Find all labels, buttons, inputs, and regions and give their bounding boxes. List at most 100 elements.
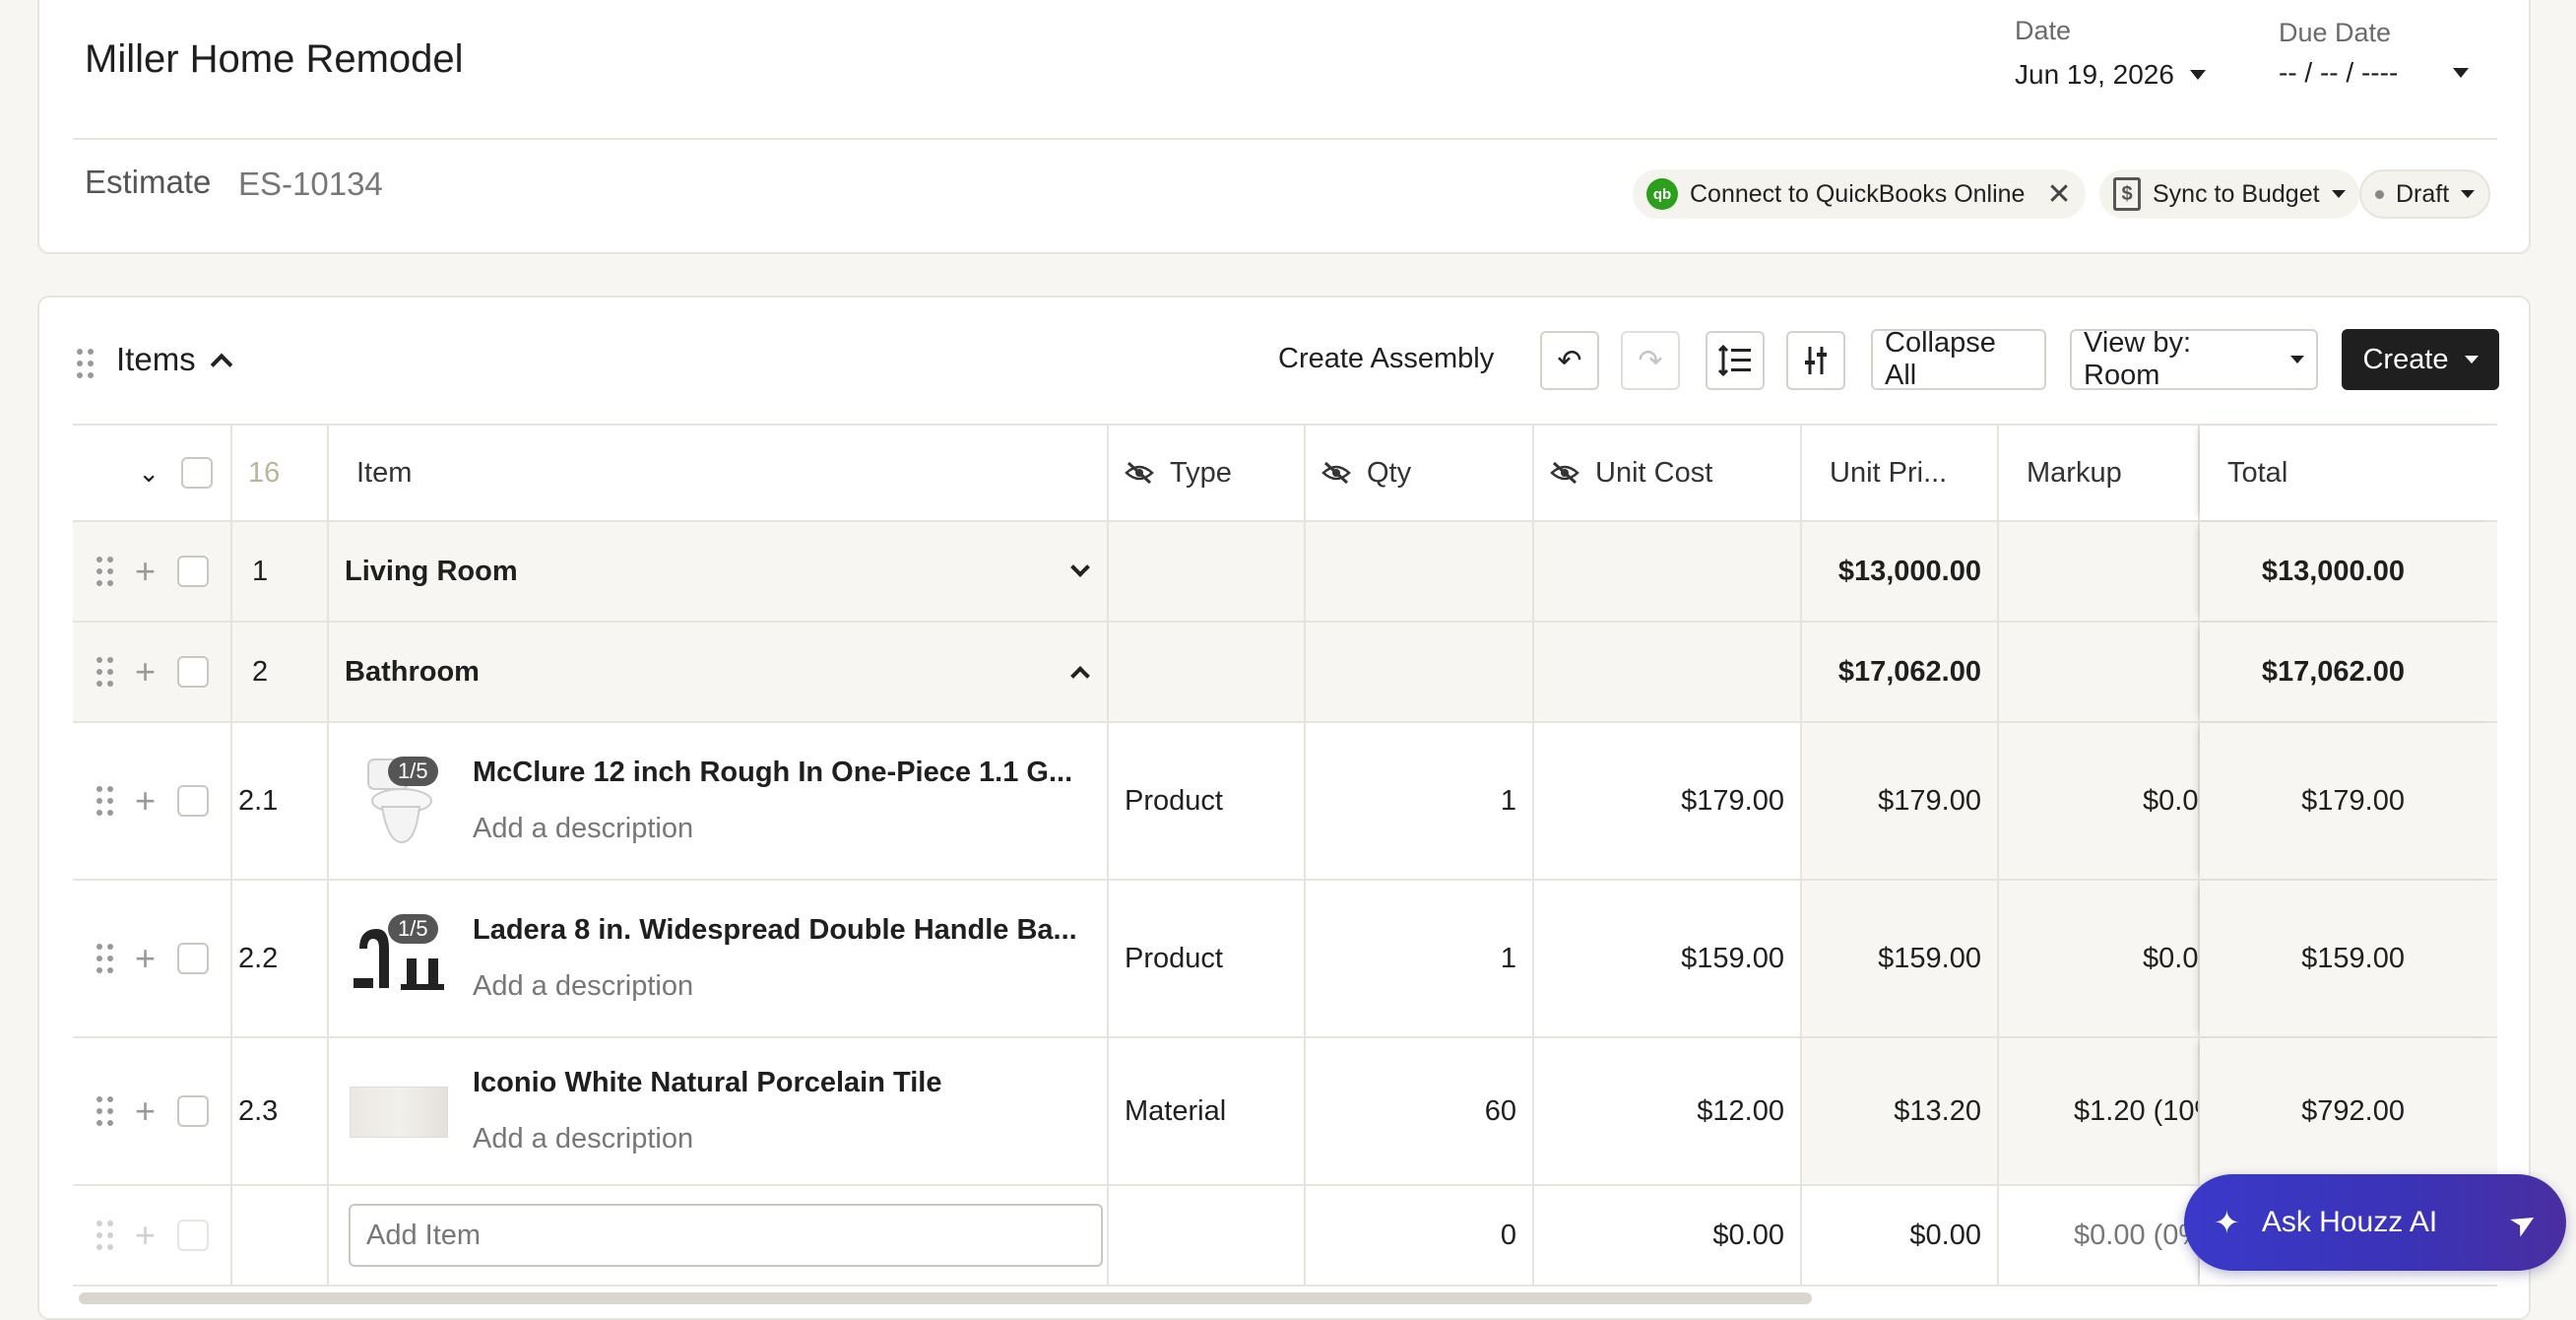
item-name[interactable]: Iconio White Natural Porcelain Tile	[473, 1067, 941, 1099]
due-date-select[interactable]: -- / -- / ----	[2279, 57, 2470, 89]
row-controls: +	[73, 522, 230, 621]
toilet-image[interactable]: 1/5	[349, 751, 449, 851]
eye-off-icon[interactable]	[1125, 461, 1154, 485]
group-row-bathroom[interactable]: + 2 Bathroom $17,062.00 $17,062.00	[73, 623, 2497, 723]
type-cell[interactable]: Material	[1109, 1038, 1306, 1184]
items-title[interactable]: Items	[116, 341, 233, 378]
markup-cell[interactable]: $0.00 (0%)	[1999, 1186, 2200, 1285]
unit-price-cell[interactable]: $159.00	[1802, 881, 1999, 1036]
item-description[interactable]: Add a description	[473, 970, 693, 1003]
table-row[interactable]: + 2.3 Iconio White Natural Porcelain Til…	[73, 1038, 2497, 1186]
caret-down-icon	[2290, 356, 2304, 363]
create-button[interactable]: Create	[2342, 329, 2499, 390]
unit-price-cell[interactable]: $179.00	[1802, 723, 1999, 879]
row-checkbox[interactable]	[177, 943, 210, 974]
table-row[interactable]: + 2.2 1/5 Ladera 8 in. Widespread Double…	[73, 881, 2497, 1038]
qty-cell[interactable]: 0	[1306, 1186, 1534, 1285]
eye-off-icon[interactable]	[1321, 461, 1351, 485]
drag-handle-icon[interactable]	[97, 944, 113, 973]
tile-image[interactable]	[349, 1062, 449, 1162]
row-checkbox[interactable]	[177, 556, 210, 587]
column-header-unit-price[interactable]: Unit Pri...	[1802, 426, 1999, 520]
unit-cost-cell[interactable]: $12.00	[1534, 1038, 1802, 1184]
drag-handle-icon[interactable]	[97, 557, 113, 586]
group-name: Living Room	[345, 555, 518, 587]
budget-icon: $	[2113, 177, 2141, 211]
drag-handle-icon[interactable]	[97, 1096, 113, 1126]
unit-cost-cell[interactable]: $0.00	[1534, 1186, 1802, 1285]
column-header-markup[interactable]: Markup	[1999, 426, 2200, 520]
drag-handle-icon[interactable]	[97, 786, 113, 816]
sparkle-icon: ✦	[2214, 1205, 2240, 1240]
chevron-up-icon[interactable]	[1070, 666, 1090, 686]
view-by-dropdown[interactable]: View by: Room	[2070, 327, 2318, 391]
plus-icon: +	[135, 1215, 157, 1255]
qty-cell[interactable]: 1	[1306, 723, 1534, 879]
line-spacing-button[interactable]	[1706, 331, 1765, 390]
item-description[interactable]: Add a description	[473, 813, 693, 845]
plus-icon[interactable]: +	[135, 551, 156, 592]
unit-price-cell[interactable]: $13.20	[1802, 1038, 1999, 1184]
expand-all-icon[interactable]: ⌄	[138, 458, 160, 489]
sync-to-budget-dropdown[interactable]: $ Sync to Budget	[2099, 169, 2359, 219]
plus-icon[interactable]: +	[135, 938, 156, 979]
type-cell[interactable]: Product	[1109, 723, 1306, 879]
close-icon[interactable]: ✕	[2046, 177, 2071, 212]
status-dropdown[interactable]: Draft	[2359, 169, 2491, 219]
column-header-type[interactable]: Type	[1109, 426, 1306, 520]
markup-cell[interactable]: $0.00	[1999, 723, 2200, 879]
undo-button[interactable]: ↶	[1540, 331, 1599, 390]
row-checkbox[interactable]	[177, 785, 210, 817]
collapse-all-button[interactable]: Collapse All	[1871, 327, 2046, 391]
drag-handle-icon[interactable]	[97, 657, 113, 687]
type-cell[interactable]: Product	[1109, 881, 1306, 1036]
select-all-checkbox[interactable]	[181, 457, 213, 489]
row-checkbox[interactable]	[177, 656, 210, 688]
eye-off-icon[interactable]	[1550, 461, 1579, 485]
horizontal-scrollbar[interactable]	[79, 1292, 1812, 1304]
column-header-qty-label: Qty	[1367, 456, 1412, 489]
row-number	[230, 1186, 329, 1285]
row-checkbox[interactable]	[177, 1095, 210, 1127]
qty-cell	[1306, 623, 1534, 721]
date-label: Date	[2015, 16, 2072, 45]
unit-cost-cell[interactable]: $179.00	[1534, 723, 1802, 879]
create-assembly-button[interactable]: Create Assembly	[1278, 343, 1494, 375]
item-cell[interactable]: 1/5 McClure 12 inch Rough In One-Piece 1…	[329, 723, 1109, 879]
faucet-image[interactable]: 1/5	[349, 908, 449, 1009]
ask-ai-button[interactable]: ✦ Ask Houzz AI ➤	[2184, 1174, 2566, 1271]
date-select[interactable]: Jun 19, 2026	[2015, 59, 2206, 91]
item-name[interactable]: Ladera 8 in. Widespread Double Handle Ba…	[473, 914, 1077, 947]
markup-cell[interactable]: $0.00	[1999, 881, 2200, 1036]
quickbooks-connect-pill[interactable]: qb Connect to QuickBooks Online ✕	[1633, 169, 2086, 219]
plus-icon[interactable]: +	[135, 780, 156, 822]
plus-icon[interactable]: +	[135, 651, 156, 693]
item-description[interactable]: Add a description	[473, 1123, 693, 1155]
column-header-qty[interactable]: Qty	[1306, 426, 1534, 520]
group-row-living-room[interactable]: + 1 Living Room $13,000.00 $13,000.00	[73, 522, 2497, 623]
item-name[interactable]: McClure 12 inch Rough In One-Piece 1.1 G…	[473, 757, 1072, 789]
markup-cell	[1999, 522, 2200, 621]
redo-button[interactable]: ↷	[1621, 331, 1680, 390]
add-item-input[interactable]: Add Item	[349, 1204, 1103, 1267]
column-header-total[interactable]: Total	[2200, 426, 2497, 520]
qty-cell[interactable]: 60	[1306, 1038, 1534, 1184]
column-header-item[interactable]: Item	[329, 426, 1109, 520]
column-settings-button[interactable]	[1786, 331, 1845, 390]
quickbooks-icon: qb	[1646, 178, 1678, 210]
column-header-unit-cost[interactable]: Unit Cost	[1534, 426, 1802, 520]
estimate-header: Miller Home Remodel Date Jun 19, 2026 Du…	[37, 0, 2531, 254]
item-cell[interactable]: Iconio White Natural Porcelain Tile Add …	[329, 1038, 1109, 1184]
row-number: 1	[230, 522, 329, 621]
chevron-down-icon[interactable]	[1070, 558, 1090, 577]
qty-cell[interactable]: 1	[1306, 881, 1534, 1036]
table-row[interactable]: + 2.1 1/5 McClure 12 inch Rough In One-P…	[73, 723, 2497, 881]
markup-cell[interactable]: $1.20 (10%)	[1999, 1038, 2200, 1184]
drag-handle-icon[interactable]	[77, 349, 94, 378]
redo-icon: ↷	[1638, 344, 1663, 377]
plus-icon[interactable]: +	[135, 1090, 156, 1132]
caret-down-icon	[2331, 190, 2346, 198]
unit-cost-cell[interactable]: $159.00	[1534, 881, 1802, 1036]
unit-price-cell[interactable]: $0.00	[1802, 1186, 1999, 1285]
item-cell[interactable]: 1/5 Ladera 8 in. Widespread Double Handl…	[329, 881, 1109, 1036]
